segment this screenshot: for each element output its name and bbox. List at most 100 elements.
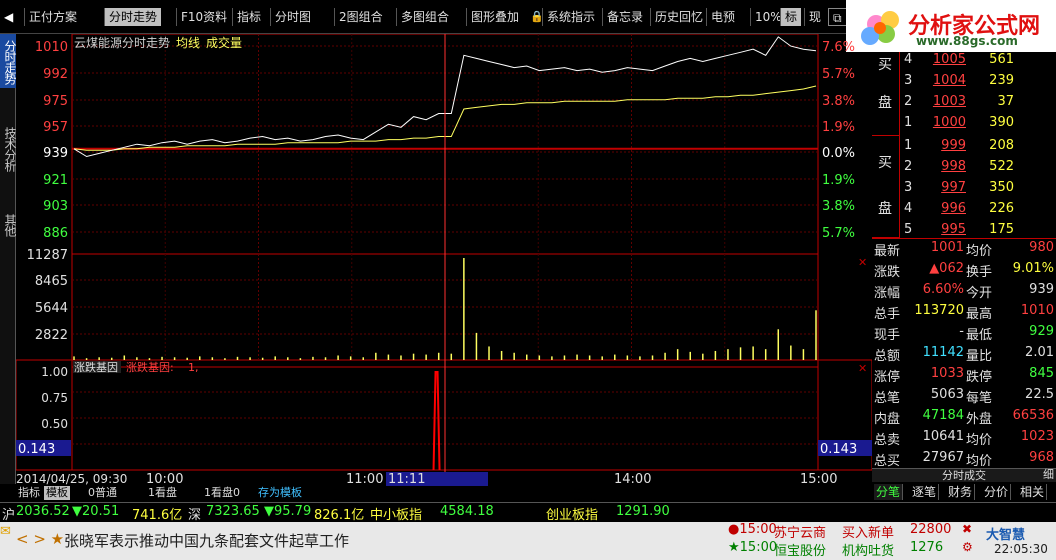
top-toolbar: ◀ 正付方案 分时走势 F10资料 指标 分时图 2图组合 多图组合 图形叠加 … <box>0 0 870 34</box>
sell-quote-row[interactable]: 4 1005 561 <box>872 52 1056 73</box>
sh-index[interactable]: 2036.52 <box>16 504 70 519</box>
tab-watch0[interactable]: 1看盘0 <box>202 486 242 500</box>
quote-stat-row: 最新 1001 均价 980 <box>872 240 1056 261</box>
zxb-value[interactable]: 4584.18 <box>440 504 494 519</box>
price-tick-left: 975 <box>43 94 68 109</box>
brand-label: 大智慧 <box>986 528 1026 543</box>
toolbar-memo[interactable]: 备忘录 <box>602 8 647 26</box>
tab-indicator[interactable]: 指标 <box>16 486 42 500</box>
stat-value: - <box>959 324 964 339</box>
back-button[interactable]: ◀ <box>0 8 17 26</box>
time-tick: 10:00 <box>146 472 183 486</box>
price-tick-left: 992 <box>43 67 68 82</box>
price-tick-right: 3.8% <box>822 199 855 214</box>
stat-label: 现手 <box>874 328 901 343</box>
logo-url: www.88gs.com <box>916 34 1018 48</box>
sell-quote-row[interactable]: 1 1000 390 <box>872 115 1056 136</box>
price-tick-right: 5.7% <box>822 226 855 241</box>
quote-volume: 522 <box>989 159 1014 174</box>
toolbar-indicator[interactable]: 指标 <box>232 8 265 26</box>
sz-index[interactable]: 7323.65 <box>206 504 260 519</box>
intraday-chart[interactable]: 云煤能源分时走势 均线 成交量 1010 992 975 957 939 921 903 88… <box>16 34 872 486</box>
tab-each-trade[interactable]: 逐笔 <box>910 484 940 500</box>
tab-save-template[interactable]: 存为模板 <box>256 486 304 500</box>
tab-related[interactable]: 相关 <box>1018 484 1048 500</box>
stat-value: 929 <box>1029 324 1054 339</box>
quote-price: 995 <box>941 222 966 237</box>
stat-value: 5063 <box>930 387 964 402</box>
price-tick-right: 7.6% <box>822 40 855 55</box>
window-restore-icon[interactable]: ⧉ <box>828 8 847 26</box>
toolbar-overlay[interactable]: 图形叠加 <box>466 8 523 26</box>
detail-button[interactable]: 细 <box>1043 468 1054 482</box>
alert-close-icon[interactable]: ✖ <box>962 522 972 536</box>
price-tick-left: 1010 <box>35 40 68 55</box>
toolbar-now[interactable]: 现 <box>804 8 825 26</box>
toolbar-f10[interactable]: F10资料 <box>176 8 231 26</box>
envelope-icon[interactable]: ✉ <box>0 524 11 539</box>
close-pane-icon[interactable]: ✕ <box>858 256 867 269</box>
news-nav[interactable]: < > ★ <box>16 530 64 548</box>
quote-price: 998 <box>941 159 966 174</box>
avg-legend: 均线 <box>176 36 200 50</box>
right-detail-tabs: 分笔 逐笔 财务 分价 相关 <box>872 484 1056 502</box>
time-tick: 15:00 <box>800 472 837 486</box>
sell-quote-row[interactable]: 2 1003 37 <box>872 94 1056 115</box>
buy-quote-row[interactable]: 1 999 208 <box>872 138 1056 159</box>
date-label: 2014/04/25, 09:30 <box>16 472 127 486</box>
stat-label: 涨跌 <box>874 265 901 280</box>
stat-value: 845 <box>1029 366 1054 381</box>
alert1-stock[interactable]: 苏宁云商 <box>774 522 826 541</box>
vtab-other[interactable]: 其他 <box>0 210 17 240</box>
alert2-stock[interactable]: 恒宝股份 <box>774 540 826 559</box>
tab-ticks[interactable]: 分笔 <box>874 484 904 500</box>
stat-label: 涨停 <box>874 370 901 385</box>
indicator-name[interactable]: 涨跌基因 <box>74 360 118 374</box>
vtab-technical[interactable]: 技术分析 <box>0 122 17 176</box>
toolbar-scheme[interactable]: 正付方案 <box>24 8 81 26</box>
quote-volume: 226 <box>989 201 1014 216</box>
vol-legend: 成交量 <box>206 35 242 50</box>
close-indicator-icon[interactable]: ✕ <box>858 362 867 375</box>
fenshi-trades-header[interactable]: 分时成交 <box>872 468 1056 482</box>
price-tick-right: 3.8% <box>822 94 855 109</box>
vtab-fenshi[interactable]: 分时走势 <box>0 34 17 88</box>
tab-normal[interactable]: 0普通 <box>86 486 119 500</box>
stat-value: 980 <box>1029 240 1054 255</box>
toolbar-multichart[interactable]: 多图组合 <box>396 8 453 26</box>
stat-value: 11142 <box>922 345 964 360</box>
tab-price-dist[interactable]: 分价 <box>982 484 1012 500</box>
toolbar-system[interactable]: 系统指示 <box>542 8 599 26</box>
alert2-vol: 1276 <box>910 540 944 555</box>
toolbar-electric[interactable]: 电预 <box>706 8 739 26</box>
toolbar-mark[interactable]: 标 <box>780 8 802 26</box>
volume-tick: 8465 <box>35 274 68 289</box>
cyb-label: 创业板指 <box>546 508 599 523</box>
cyb-value[interactable]: 1291.90 <box>616 504 670 519</box>
stat-value: 1023 <box>1020 429 1054 444</box>
cursor-value-left: 0.143 <box>18 442 55 457</box>
tab-finance[interactable]: 财务 <box>946 484 976 500</box>
price-tick-left: 921 <box>43 173 68 188</box>
toolbar-history[interactable]: 历史回忆 <box>650 8 707 26</box>
buy-quote-row[interactable]: 3 997 350 <box>872 180 1056 201</box>
toolbar-2chart[interactable]: 2图组合 <box>334 8 387 26</box>
buy-quote-row[interactable]: 2 998 522 <box>872 159 1056 180</box>
sz-change: ▼95.79 <box>264 504 312 519</box>
news-headline[interactable]: 张晓军表示推动中国九条配套文件起草工作 <box>64 530 349 551</box>
toolbar-chart[interactable]: 分时图 <box>270 8 315 26</box>
stat-value: ▲062 <box>929 261 964 276</box>
chart-title: 云煤能源分时走势 <box>74 36 170 50</box>
alert2-time: ★15:00 <box>728 540 778 555</box>
level-number: 4 <box>904 52 913 67</box>
sell-quote-row[interactable]: 3 1004 239 <box>872 73 1056 94</box>
buy-quote-row[interactable]: 4 996 226 <box>872 201 1056 222</box>
stat-value: 939 <box>1029 282 1054 297</box>
quote-stat-row: 涨幅 6.60% 今开 939 <box>872 282 1056 303</box>
tab-watch[interactable]: 1看盘 <box>146 486 179 500</box>
quote-volume: 350 <box>989 180 1014 195</box>
settings-gear-icon[interactable]: ⚙ <box>962 540 973 554</box>
toolbar-fenshi[interactable]: 分时走势 <box>104 8 162 26</box>
tab-template[interactable]: 模板 <box>44 486 70 500</box>
indicator-tick: 1.00 <box>41 365 68 379</box>
